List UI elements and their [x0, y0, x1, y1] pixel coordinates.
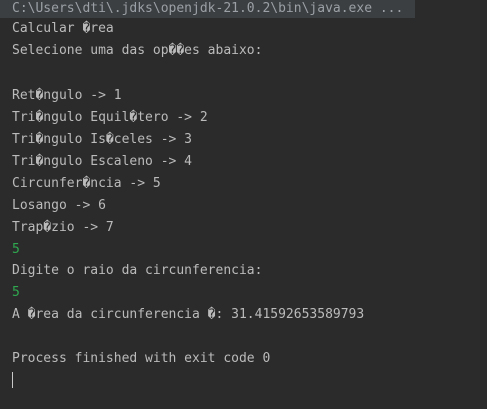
- option-line: Tri�ngulo Escaleno -> 4: [12, 154, 193, 169]
- user-choice-input: 5: [12, 242, 20, 257]
- radius-input: 5: [12, 285, 20, 300]
- result-line: A �rea da circunferencia �: 31.415926535…: [12, 307, 365, 322]
- exit-message: Process finished with exit code 0: [12, 351, 271, 366]
- option-line: Losango -> 6: [12, 198, 106, 213]
- command-line: C:\Users\dti\.jdks\openjdk-21.0.2\bin\ja…: [12, 1, 404, 16]
- option-line: Tri�ngulo Equil�tero -> 2: [12, 110, 208, 125]
- run-console[interactable]: C:\Users\dti\.jdks\openjdk-21.0.2\bin\ja…: [0, 0, 487, 409]
- text-cursor[interactable]: [12, 372, 13, 388]
- option-line: Ret�ngulo -> 1: [12, 88, 122, 103]
- option-line: Tri�ngulo Is�celes -> 3: [12, 132, 193, 147]
- output-title: Calcular �rea: [12, 21, 114, 36]
- option-line: Circunfer�ncia -> 5: [12, 176, 161, 191]
- radius-prompt: Digite o raio da circunferencia:: [12, 263, 263, 278]
- option-line: Trap�zio -> 7: [12, 220, 114, 235]
- output-prompt: Selecione uma das op��es abaixo:: [12, 43, 263, 58]
